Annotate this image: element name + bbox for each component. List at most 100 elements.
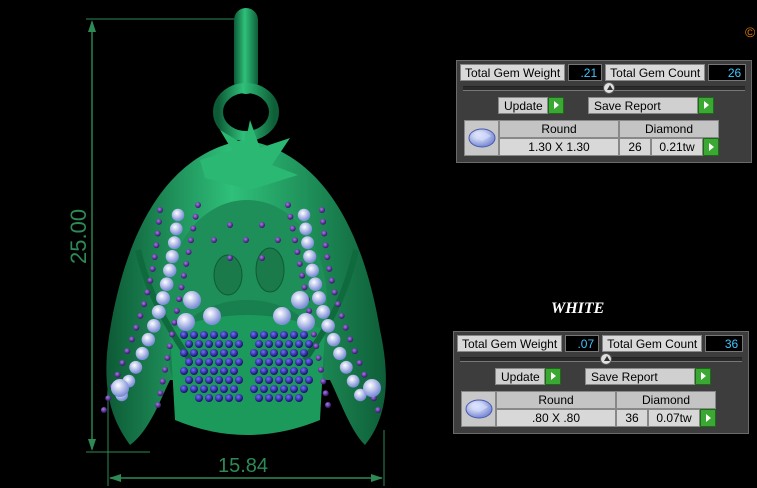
gem-weight: 0.21tw	[651, 138, 703, 156]
play-arrow-icon	[698, 97, 714, 114]
gem-stone	[187, 237, 194, 244]
gem-stone	[259, 222, 265, 228]
gem-stone	[321, 230, 328, 237]
slider-knob[interactable]	[600, 353, 612, 365]
gem-stone	[306, 307, 313, 314]
gem-stone	[151, 304, 166, 319]
gem-size: 1.30 X 1.30	[499, 138, 619, 156]
gem-stone	[313, 343, 320, 350]
gem-stone	[296, 260, 303, 267]
gem-stone	[363, 379, 381, 397]
gem-stone	[275, 376, 283, 384]
gem-report-panel-bottom: Total Gem Weight .07 Total Gem Count 36 …	[453, 331, 749, 434]
gem-stone	[147, 277, 154, 284]
gem-stone	[291, 291, 309, 309]
gem-stone	[319, 207, 325, 213]
slider-knob[interactable]	[603, 82, 615, 94]
gem-stone	[124, 348, 131, 355]
gem-stone	[225, 376, 233, 384]
gem-stone	[159, 378, 166, 385]
gem-stone	[265, 340, 273, 348]
gem-stone	[159, 277, 174, 292]
gem-stone	[157, 207, 163, 213]
gem-stone	[290, 367, 298, 375]
height-dimension-value: 25.00	[66, 209, 91, 264]
gem-stone	[331, 289, 338, 296]
save-report-button[interactable]: Save Report	[588, 97, 714, 114]
update-button[interactable]: Update	[498, 97, 564, 114]
gem-stone	[205, 340, 213, 348]
gem-stone	[190, 385, 198, 393]
gem-stone	[300, 367, 308, 375]
total-gem-weight-label: Total Gem Weight	[460, 64, 566, 81]
save-report-button[interactable]: Save Report	[585, 368, 711, 385]
gem-stone	[280, 367, 288, 375]
total-gem-count-label: Total Gem Count	[602, 335, 703, 352]
gem-stone	[260, 331, 268, 339]
gem-stone	[324, 254, 331, 261]
play-arrow-icon	[695, 368, 711, 385]
gem-stone	[275, 358, 283, 366]
gem-stone	[128, 336, 135, 343]
gem-stone	[230, 349, 238, 357]
gem-material: Diamond	[616, 391, 716, 409]
gem-stone	[190, 225, 197, 232]
gem-stone	[195, 394, 203, 402]
gem-stone	[305, 358, 313, 366]
gem-stone	[250, 349, 258, 357]
gem-stone	[154, 230, 161, 237]
gem-stone	[149, 265, 156, 272]
gem-stone	[320, 378, 327, 385]
gem-stone	[183, 260, 190, 267]
total-gem-count-value[interactable]: 36	[705, 335, 744, 352]
gem-stone	[114, 371, 121, 378]
gem-row-arrow-icon[interactable]	[703, 138, 719, 156]
gem-stone	[300, 331, 308, 339]
gem-row[interactable]: Round Diamond 1.30 X 1.30 26 0.21tw	[464, 120, 719, 158]
gem-stone	[297, 313, 315, 331]
gem-stone	[165, 249, 179, 264]
gem-count: 26	[619, 138, 651, 156]
gem-stone	[155, 218, 162, 225]
gem-stone	[225, 358, 233, 366]
gem-stone	[260, 349, 268, 357]
gem-stone	[351, 348, 358, 355]
total-gem-count-value[interactable]: 26	[708, 64, 747, 81]
size-slider[interactable]	[460, 353, 742, 365]
gem-stone	[273, 307, 291, 325]
gem-stone	[227, 255, 233, 261]
gem-stone	[210, 349, 218, 357]
update-button[interactable]: Update	[495, 368, 561, 385]
gem-stone	[297, 208, 311, 222]
play-arrow-icon	[545, 368, 561, 385]
gem-stone	[312, 291, 326, 306]
gem-stone	[326, 332, 341, 347]
gem-row-arrow-icon[interactable]	[700, 409, 716, 427]
size-slider[interactable]	[463, 82, 745, 94]
gem-stone	[119, 359, 126, 366]
gem-stone	[333, 346, 347, 361]
gem-stone	[259, 255, 265, 261]
total-gem-weight-value[interactable]: .07	[565, 335, 600, 352]
gem-stone	[290, 349, 298, 357]
gem-stone	[275, 394, 283, 402]
gem-stone	[215, 358, 223, 366]
gem-stone	[300, 349, 308, 357]
gem-stone	[203, 307, 221, 325]
gem-stone	[287, 213, 294, 220]
gem-stone	[265, 394, 273, 402]
gem-stone	[235, 394, 243, 402]
gem-stone	[338, 312, 345, 319]
gem-stone	[321, 318, 335, 333]
gem-row[interactable]: Round Diamond .80 X .80 36 0.07tw	[461, 391, 716, 429]
gem-stone	[328, 277, 335, 284]
gem-stone	[255, 358, 263, 366]
gem-stone	[270, 385, 278, 393]
total-gem-weight-value[interactable]: .21	[568, 64, 603, 81]
gem-stone	[141, 301, 148, 308]
gem-count: 36	[616, 409, 648, 427]
gem-stone	[225, 340, 233, 348]
gem-stone	[334, 301, 341, 308]
gem-stone	[255, 340, 263, 348]
gem-stone	[164, 354, 171, 361]
